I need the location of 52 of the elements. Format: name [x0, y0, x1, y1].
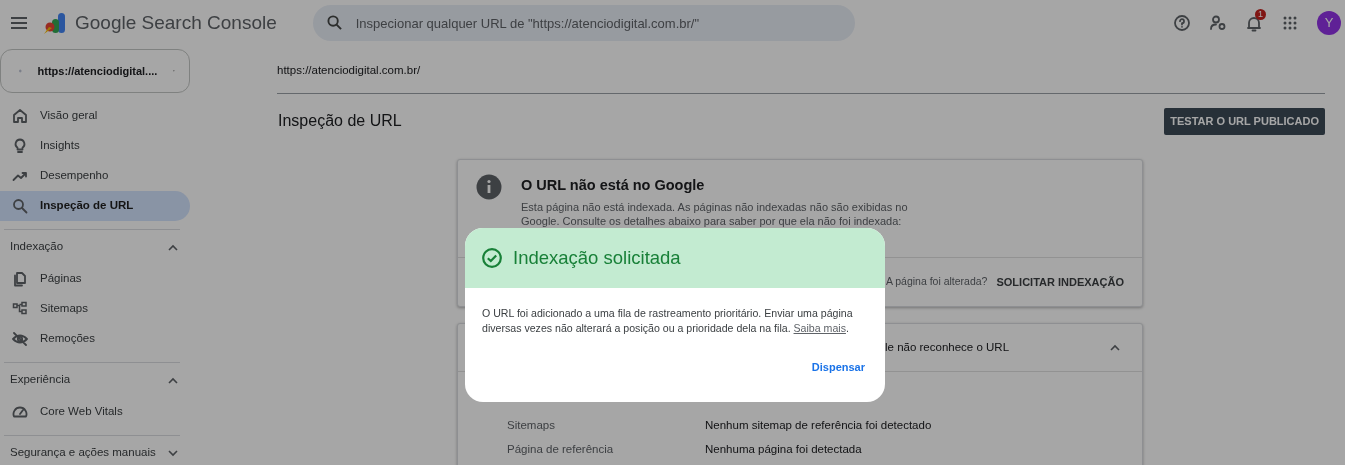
sitemap-icon — [12, 301, 28, 317]
eye-off-icon — [12, 331, 28, 347]
property-selector[interactable]: https://atenciodigital.... — [0, 49, 190, 93]
nav-item[interactable]: Insights — [0, 131, 190, 161]
dialog-message: O URL foi adicionado a uma fila de rastreamento prioritário. Enviar uma página diversas vezes não alterará a posição ou a prioridade dela na fila. Saiba mais. — [481, 306, 854, 336]
chevron-up-icon[interactable] — [1110, 344, 1120, 351]
chevron-up-icon[interactable] — [168, 376, 178, 384]
search-icon — [326, 15, 342, 30]
home-icon — [12, 108, 28, 124]
notification-badge: 1 — [1255, 9, 1266, 20]
chevron-up-icon[interactable] — [168, 243, 178, 251]
learn-more-link[interactable]: Saiba mais — [793, 322, 846, 334]
section-title: Experiência — [10, 372, 71, 388]
info-icon — [476, 174, 502, 200]
chevron-down-icon[interactable] — [168, 449, 178, 457]
section-title: Segurança e ações manuais — [10, 445, 156, 461]
page-title: Inspeção de URL — [278, 111, 402, 131]
nav-item[interactable]: Páginas — [0, 264, 190, 294]
row-label: Página de referência — [507, 442, 615, 458]
user-settings-icon[interactable] — [1210, 15, 1227, 31]
nav-item[interactable]: Visão geral — [0, 101, 190, 131]
row-value: Nenhum sitemap de referência foi detectado — [705, 418, 932, 434]
status-heading: O URL não está no Google — [521, 176, 706, 195]
row-label: Sitemaps — [507, 418, 556, 434]
change-question: A página foi alterada? — [885, 274, 988, 290]
check-circle-icon — [482, 248, 502, 268]
app-title: Google Search Console — [75, 10, 277, 35]
status-description: Esta página não está indexada. As páginas não indexadas não são exibidas no Google. Consulte os detalhes abaixo para saber por que ela não foi indexada: — [521, 199, 909, 228]
dialog-title: Indexação solicitada — [513, 246, 681, 271]
bell-icon[interactable] — [1247, 16, 1261, 32]
user-avatar[interactable]: Y — [1317, 11, 1341, 35]
help-icon[interactable] — [1174, 15, 1190, 31]
property-url: https://atenciodigital.... — [37, 63, 158, 79]
gauge-icon — [12, 404, 28, 420]
row-value: Nenhuma página foi detectada — [705, 442, 862, 458]
section-title: Indexação — [10, 239, 64, 255]
details-title: le não reconhece o URL — [885, 339, 1011, 355]
test-url-button[interactable]: TESTAR O URL PUBLICADO — [1164, 107, 1325, 135]
nav-item[interactable]: Desempenho — [0, 161, 190, 191]
nav-item[interactable]: Core Web Vitals — [0, 397, 190, 427]
nav-item[interactable]: Inspeção de URL — [0, 191, 190, 221]
pages-icon — [12, 271, 28, 287]
nav-item[interactable]: Remoções — [0, 324, 190, 354]
menu-icon[interactable] — [11, 17, 27, 29]
search-field[interactable]: Inspecionar qualquer URL de "https://atenciodigital.com.br/" — [312, 5, 855, 41]
apps-grid-icon[interactable] — [1283, 16, 1297, 30]
request-indexing-button[interactable]: SOLICITAR INDEXAÇÃO — [996, 273, 1124, 291]
breadcrumb-url: https://atenciodigital.com.br/ — [277, 46, 1325, 94]
search-icon — [12, 198, 28, 214]
dismiss-button[interactable]: Dispensar — [811, 359, 865, 376]
lightbulb-icon — [12, 138, 28, 154]
nav-item[interactable]: Sitemaps — [0, 294, 190, 324]
